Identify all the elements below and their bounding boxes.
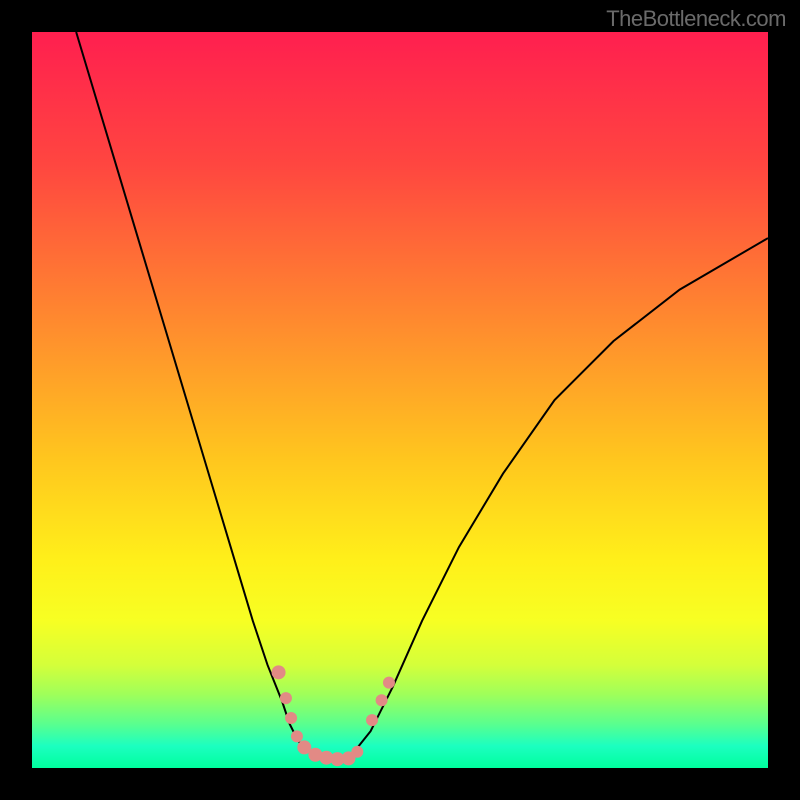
chart-curves xyxy=(32,32,768,768)
marker-point xyxy=(280,692,292,704)
curve-left-branch xyxy=(76,32,304,750)
marker-point xyxy=(351,746,363,758)
marker-point xyxy=(285,712,297,724)
marker-point xyxy=(272,665,286,679)
plot-area xyxy=(32,32,768,768)
marker-point xyxy=(291,730,303,742)
marker-point xyxy=(366,714,378,726)
curve-right-branch xyxy=(356,238,768,750)
watermark-text: TheBottleneck.com xyxy=(606,6,786,32)
marker-point xyxy=(376,694,388,706)
marker-point xyxy=(383,677,395,689)
